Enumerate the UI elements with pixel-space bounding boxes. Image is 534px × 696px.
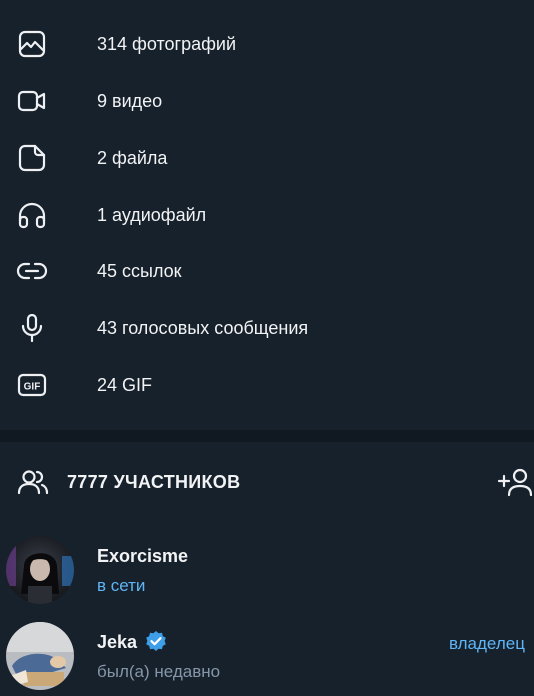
add-user-icon <box>497 468 533 497</box>
member-name: Exorcisme <box>97 546 189 566</box>
video-icon <box>16 87 48 115</box>
members-header: 7777 УЧАСТНИКОВ <box>0 452 534 512</box>
member-role-badge: владелец <box>449 634 525 653</box>
section-divider <box>0 430 534 442</box>
avatar <box>6 536 74 604</box>
media-row-photos[interactable]: 314 фотографий <box>0 16 534 72</box>
media-label-links: 45 ссылок <box>97 261 182 281</box>
headphones-icon <box>16 201 48 229</box>
media-label-audio: 1 аудиофайл <box>97 205 207 225</box>
media-row-videos[interactable]: 9 видео <box>0 73 534 129</box>
members-count-title: 7777 УЧАСТНИКОВ <box>67 472 241 492</box>
svg-text:GIF: GIF <box>24 382 41 393</box>
file-icon <box>16 144 48 172</box>
media-row-audio[interactable]: 1 аудиофайл <box>0 187 534 243</box>
member-row[interactable]: Jeka был(а) недавно владелец <box>0 622 534 696</box>
media-row-links[interactable]: 45 ссылок <box>0 243 534 299</box>
shared-media-list: 314 фотографий 9 видео 2 файла 1 аудиофа… <box>0 0 534 430</box>
media-label-voice: 43 голосовых сообщения <box>97 318 309 338</box>
media-label-gifs: 24 GIF <box>97 375 153 395</box>
media-label-files: 2 файла <box>97 148 168 168</box>
media-label-videos: 9 видео <box>97 91 163 111</box>
member-status: в сети <box>97 576 146 595</box>
link-icon <box>16 257 48 285</box>
member-name: Jeka <box>97 632 138 652</box>
photo-icon <box>16 30 48 58</box>
members-icon <box>16 468 50 496</box>
gif-icon: GIF <box>16 371 48 399</box>
media-row-voice[interactable]: 43 голосовых сообщения <box>0 300 534 356</box>
media-label-photos: 314 фотографий <box>97 34 237 54</box>
member-row[interactable]: Exorcisme в сети <box>0 536 534 612</box>
avatar <box>6 622 74 690</box>
media-row-files[interactable]: 2 файла <box>0 130 534 186</box>
media-row-gifs[interactable]: GIF 24 GIF <box>0 357 534 413</box>
group-info-panel: 314 фотографий 9 видео 2 файла 1 аудиофа… <box>0 0 534 696</box>
verified-badge-icon <box>144 630 168 654</box>
member-status: был(а) недавно <box>97 662 221 681</box>
microphone-icon <box>16 313 48 343</box>
add-member-button[interactable] <box>496 466 534 498</box>
